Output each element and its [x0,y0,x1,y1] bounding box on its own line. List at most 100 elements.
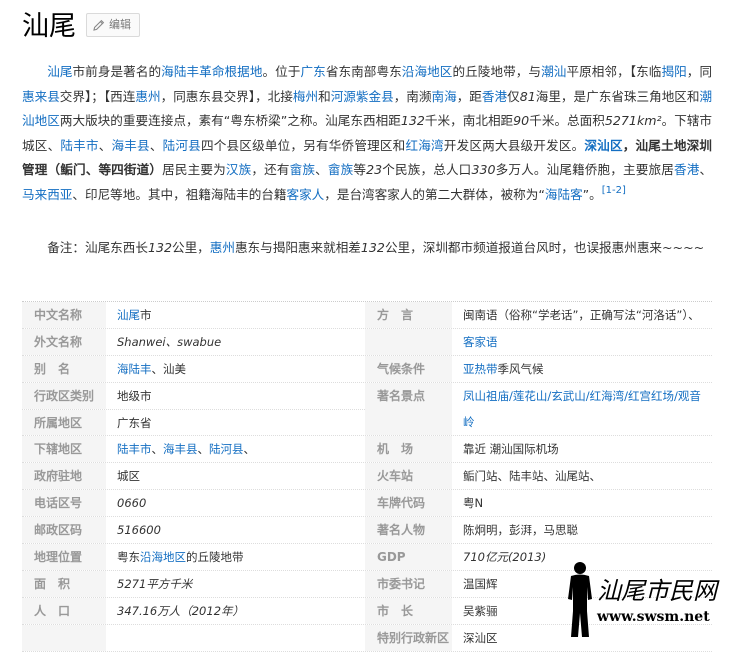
text-link[interactable]: 河源 [331,89,356,104]
text-run: ，南濒 [393,88,432,104]
text-run: ，还有 [251,162,290,177]
edit-button[interactable]: 编辑 [86,13,140,37]
infobox-value: 0660 [106,490,365,516]
text-link[interactable]: 红海湾 [405,138,443,153]
text-run: 开发区两大县级开发区。 [443,137,585,153]
text-link[interactable]: 香港 [482,89,507,104]
text-link[interactable]: 凤山祖庙/莲花山/玄武山/红海湾/红宫红场/观音岭 [463,389,701,429]
text-link[interactable]: 紫金县 [356,89,394,104]
text-run: 516600 [117,523,161,537]
text-link[interactable]: 客家语 [463,335,498,349]
text-run: 132 [400,113,425,128]
text-link[interactable]: 汕尾 [117,308,140,322]
text-link[interactable]: 梅州 [293,89,318,104]
infobox-label: 特别行政新区 [365,625,452,651]
text-run: 等 [353,162,367,177]
text-run: ，同 [686,64,713,79]
infobox-label: 著名景点 [365,383,452,435]
infobox-value: 粤N [452,490,712,516]
text-link[interactable]: 潮汕 [541,64,566,79]
text-run: 千米，南北相距 [424,113,514,128]
text-run: 、 [98,137,112,153]
text-run: 、 [151,442,164,456]
text-link[interactable]: 汉族 [226,162,251,177]
text-run: 深汕区 [463,631,498,645]
text-link[interactable]: 揭阳 [661,64,686,79]
text-link[interactable]: 海陆客 [545,187,583,202]
text-link[interactable]: 汕尾 [47,64,72,79]
text-run: 仅 [507,88,520,104]
text-run: 的丘陵地带 [186,550,244,564]
text-link[interactable]: 惠来县 [22,89,60,104]
text-run: 个民族，总人口 [382,162,472,177]
infobox-label: 外文名称 [22,329,106,355]
infobox-value: 靠近 潮汕国际机场 [452,436,712,462]
infobox-row: 政府驻地 城区 火车站 鲘门站、陆丰站、汕尾站、 [22,463,712,490]
text-run: 两大版块的重要连接点，素有“粤东桥梁”之称。汕尾东西相距 [59,113,401,128]
text-run: 、汕美 [151,362,187,376]
text-link[interactable]: 海陆丰革命根据地 [161,64,262,79]
text-link[interactable]: 香港 [674,162,699,177]
text-link[interactable]: 畲族 [290,162,315,177]
text-run: 海里，是广东省珠三角地区和 [535,88,700,104]
text-link[interactable]: 马来西亚 [22,187,72,202]
infobox-label: 别 名 [22,356,106,382]
infobox-value: 城区 [106,463,365,489]
text-link[interactable]: 惠州 [135,89,160,104]
text-link[interactable]: 南海 [431,89,456,104]
text-run: 、 [699,162,713,177]
text-link[interactable]: 陆丰市 [60,138,98,153]
page-title: 汕尾 [22,10,76,42]
text-run: 城区 [117,469,140,483]
text-run: 市前身是著名的 [72,64,162,79]
text-run: 居民主要为 [162,162,226,177]
text-run: 81 [519,88,536,104]
text-link[interactable]: 亚热带 [463,362,498,376]
text-run: 四个县区级单位，另有华侨管理区和 [200,137,406,153]
title-row: 汕尾 编辑 [22,6,140,42]
text-run: 、 [243,442,256,456]
text-run: 粤东 [117,550,140,564]
text-run: 地级市 [117,389,152,403]
text-run: 、 [315,162,328,177]
text-link[interactable]: 畲族 [328,162,353,177]
text-run: 710亿元(2013) [463,550,547,564]
text-link[interactable]: 惠州 [210,240,235,255]
text-run: 、印尼等地。其中，祖籍海陆丰的台籍 [72,186,287,202]
text-run: 5271平方千米 [117,577,193,591]
infobox-value: 347.16万人（2012年） [106,598,365,624]
text-run: 闽南语（俗称“学老话”，正确写法“河洛话”）、 [463,308,700,322]
text-link[interactable]: 沿海地区 [402,64,453,79]
text-link[interactable]: 深汕区 [584,138,622,153]
infobox-value: 5271平方千米 [106,571,365,597]
text-link[interactable]: 广东 [300,64,325,79]
text-run: 、 [197,442,210,456]
text-link[interactable]: 沿海地区 [140,550,186,564]
text-run: 330 [471,162,496,177]
infobox-row: 行政区类别 地级市 所属地区 广东省 著名景点 凤山祖庙/莲花山/玄武山/红海湾/红宫红场… [22,383,712,436]
citation-link[interactable]: [1-2] [602,185,626,196]
text-run: 陈炯明，彭湃，马思聪 [463,523,578,537]
infobox-label: 政府驻地 [22,463,106,489]
infobox-value: 516600 [106,517,365,543]
text-link[interactable]: 陆丰市 [117,442,152,456]
text-run: 公里， [171,240,210,255]
text-link[interactable]: 海丰县 [163,442,198,456]
watermark-title: 汕尾市民网 [597,577,717,605]
text-run: ，同惠东县交界】，北接 [160,88,293,104]
text-link[interactable]: 客家人 [286,187,324,202]
infobox-row: 中文名称 汕尾市方 言闽南语（俗称“学老话”，正确写法“河洛话”）、 [22,302,712,329]
text-link[interactable]: 海陆丰 [117,362,152,376]
text-link[interactable]: 海丰县 [111,138,149,153]
text-run: ，距 [456,88,482,104]
text-run: 季风气候 [497,362,544,376]
infobox-value: 凤山祖庙/莲花山/玄武山/红海湾/红宫红场/观音岭 [452,383,712,435]
infobox-label: 所属地区 [22,410,106,435]
infobox-value [106,625,365,651]
text-link[interactable]: 陆河县 [163,138,201,153]
infobox-value: 汕尾市 [106,302,365,328]
text-link[interactable]: 陆河县 [209,442,244,456]
infobox-label: 机 场 [365,436,452,462]
watermark-url: www.swsm.net [597,609,710,625]
infobox-label: 电话区号 [22,490,106,516]
